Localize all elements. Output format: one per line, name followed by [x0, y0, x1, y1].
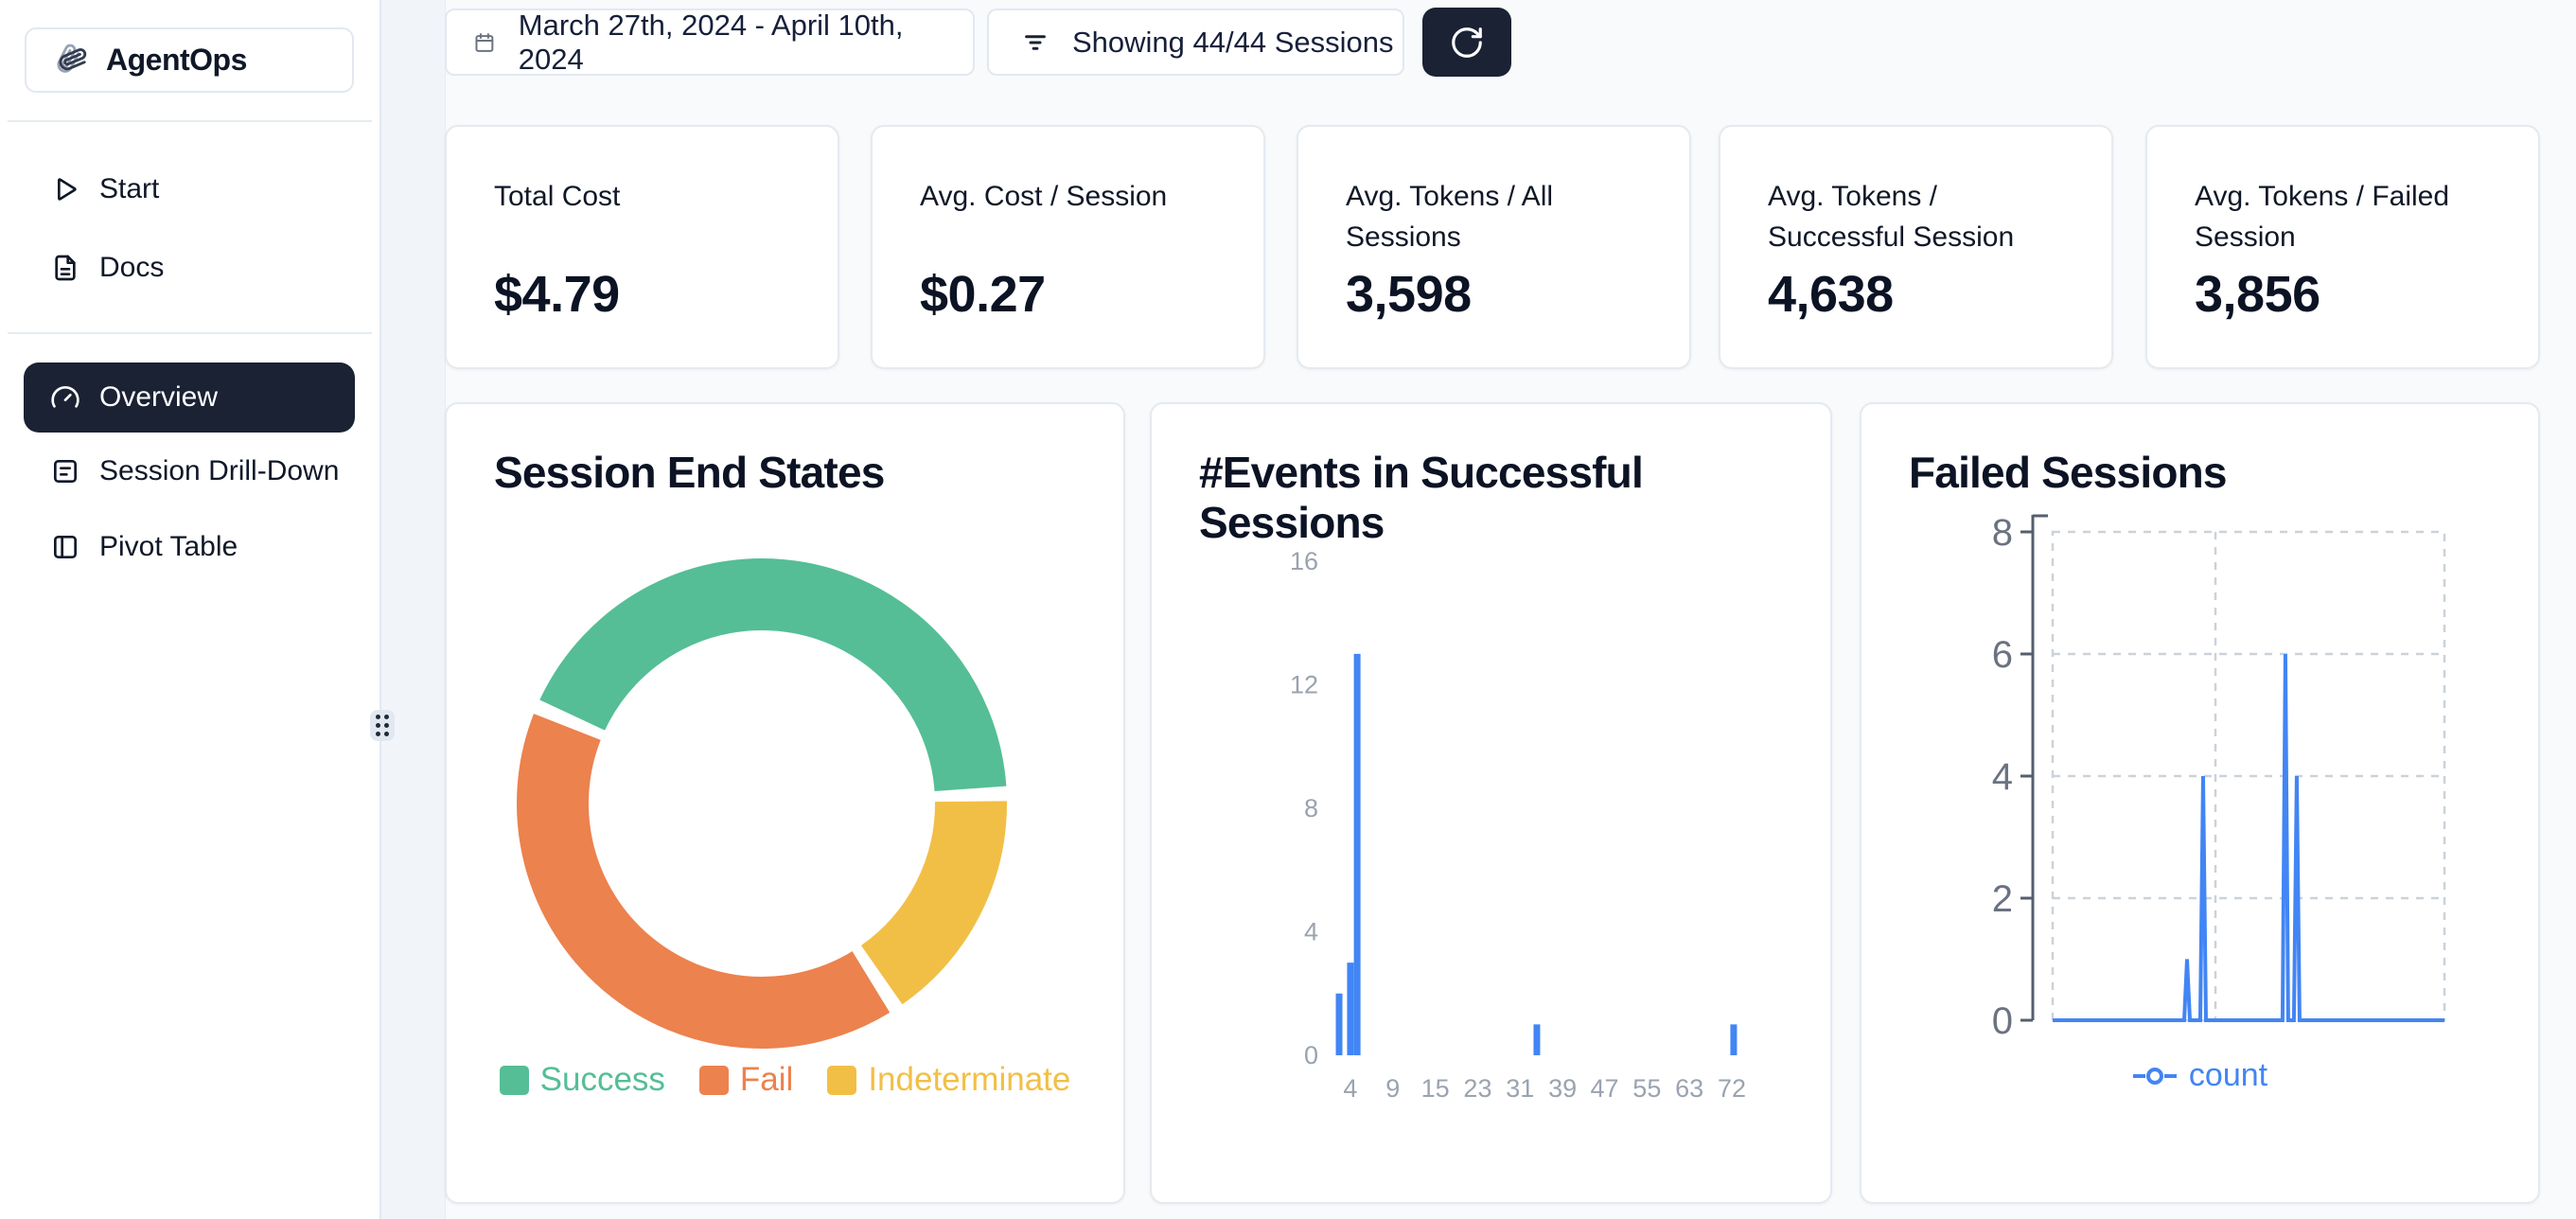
events-bar-chart: 0481216491523313947556372 [1152, 404, 1834, 1206]
metric-label: Avg. Tokens / Successful Session [1768, 176, 2077, 257]
svg-text:12: 12 [1290, 671, 1318, 699]
sidebar-item-label: Session Drill-Down [99, 455, 339, 487]
svg-text:4: 4 [1992, 756, 2013, 798]
metric-card-total-cost: Total Cost $4.79 [445, 125, 839, 369]
refresh-icon [1449, 25, 1485, 61]
svg-text:8: 8 [1304, 794, 1318, 822]
legend-item-success: Success [500, 1061, 665, 1099]
svg-text:16: 16 [1290, 547, 1318, 575]
metric-label: Avg. Tokens / Failed Session [2195, 176, 2504, 257]
metric-card-avg-tokens-all: Avg. Tokens / All Sessions 3,598 [1297, 125, 1691, 369]
paperclip-logo-icon [51, 42, 89, 80]
svg-text:4: 4 [1343, 1074, 1357, 1103]
sidebar-resize-handle[interactable] [370, 710, 395, 741]
svg-text:47: 47 [1590, 1074, 1618, 1103]
docs-icon [50, 253, 80, 283]
sidebar-item-docs[interactable]: Docs [24, 233, 355, 303]
sidebar-item-label: Start [99, 173, 159, 205]
sidebar-item-label: Docs [99, 252, 164, 284]
brand-logo[interactable]: AgentOps [25, 27, 354, 93]
metric-card-avg-tokens-successful: Avg. Tokens / Successful Session 4,638 [1719, 125, 2113, 369]
metric-label: Avg. Cost / Session [920, 176, 1229, 217]
sessions-filter-button[interactable]: Showing 44/44 Sessions [987, 9, 1404, 76]
legend-swatch [827, 1066, 856, 1095]
svg-text:4: 4 [1304, 918, 1318, 946]
svg-text:8: 8 [1992, 512, 2013, 554]
sessions-filter-label: Showing 44/44 Sessions [1072, 26, 1394, 60]
legend-swatch [699, 1066, 729, 1095]
svg-text:31: 31 [1506, 1074, 1534, 1103]
brand-name: AgentOps [106, 43, 247, 78]
sidebar-gutter [381, 0, 446, 1219]
metric-label: Avg. Tokens / All Sessions [1346, 176, 1655, 257]
session-drilldown-icon [50, 456, 80, 486]
svg-text:6: 6 [1992, 634, 2013, 676]
metric-card-avg-cost-session: Avg. Cost / Session $0.27 [871, 125, 1265, 369]
svg-text:39: 39 [1548, 1074, 1577, 1103]
sidebar-item-start[interactable]: Start [24, 154, 355, 224]
date-range-button[interactable]: March 27th, 2024 - April 10th, 2024 [445, 9, 975, 76]
filter-icon [1021, 28, 1050, 57]
legend-label: Fail [740, 1061, 793, 1099]
refresh-button[interactable] [1422, 8, 1511, 77]
legend-item-indeterminate: Indeterminate [827, 1061, 1070, 1099]
svg-text:72: 72 [1718, 1074, 1746, 1103]
svg-text:55: 55 [1632, 1074, 1661, 1103]
failed-sessions-card: Failed Sessions 02468 count [1860, 402, 2540, 1204]
count-legend: count [1861, 1057, 2538, 1094]
svg-text:15: 15 [1421, 1074, 1450, 1103]
svg-text:63: 63 [1675, 1074, 1703, 1103]
pivot-table-icon [50, 532, 80, 562]
legend-item-fail: Fail [699, 1061, 793, 1099]
legend-label: Success [540, 1061, 665, 1099]
metric-value: 3,856 [2195, 265, 2320, 324]
sidebar-item-session-drill-down[interactable]: Session Drill-Down [24, 436, 355, 506]
date-range-label: March 27th, 2024 - April 10th, 2024 [519, 9, 973, 77]
legend-label: count [2189, 1057, 2267, 1094]
calendar-icon [473, 31, 496, 54]
metric-value: 3,598 [1346, 265, 1472, 324]
play-icon [50, 174, 80, 204]
sidebar-divider [8, 120, 372, 122]
metric-label: Total Cost [494, 176, 803, 217]
legend-label: Indeterminate [868, 1061, 1070, 1099]
session-end-states-card: Session End States Success Fail Indeterm… [445, 402, 1125, 1204]
sidebar: AgentOps Start Docs Overview [0, 0, 381, 1219]
metric-value: 4,638 [1768, 265, 1894, 324]
metric-value: $0.27 [920, 265, 1046, 324]
agentops-dashboard: AgentOps Start Docs Overview [0, 0, 2576, 1219]
sidebar-item-overview[interactable]: Overview [24, 362, 355, 433]
sidebar-item-label: Pivot Table [99, 531, 238, 563]
svg-text:23: 23 [1463, 1074, 1491, 1103]
sidebar-item-label: Overview [99, 381, 218, 414]
sidebar-divider [8, 332, 372, 334]
svg-text:9: 9 [1385, 1074, 1400, 1103]
donut-legend: Success Fail Indeterminate [447, 1061, 1123, 1099]
line-series-marker-icon [2132, 1065, 2178, 1087]
gauge-icon [50, 382, 80, 413]
sidebar-item-pivot-table[interactable]: Pivot Table [24, 512, 355, 582]
metric-value: $4.79 [494, 265, 620, 324]
metric-card-avg-tokens-failed: Avg. Tokens / Failed Session 3,856 [2145, 125, 2540, 369]
events-in-successful-sessions-card: #Events in Successful Sessions 048121649… [1150, 402, 1832, 1204]
legend-swatch [500, 1066, 529, 1095]
svg-text:2: 2 [1992, 878, 2013, 920]
svg-text:0: 0 [1304, 1041, 1318, 1069]
svg-text:0: 0 [1992, 1000, 2013, 1042]
